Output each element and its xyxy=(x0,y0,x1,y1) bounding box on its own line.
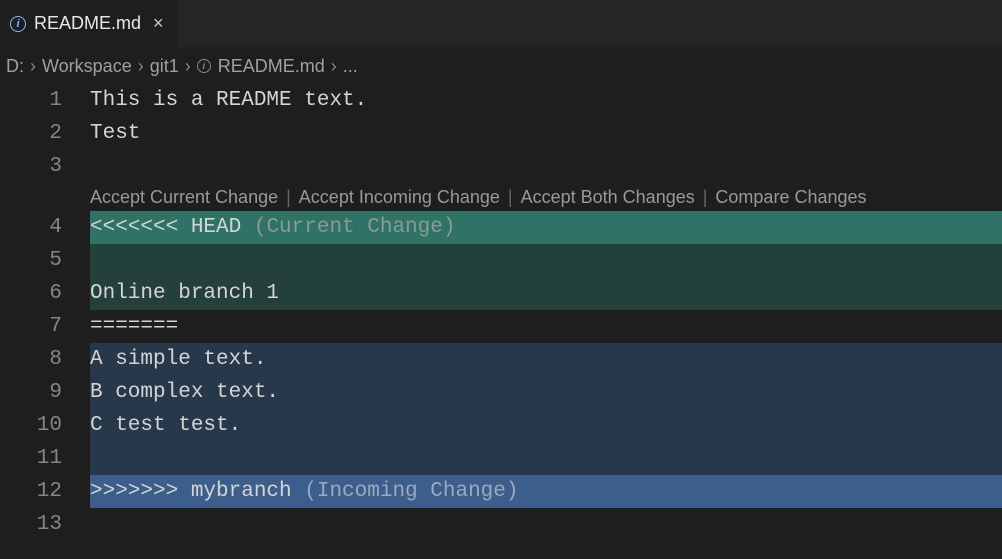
codelens-separator: | xyxy=(695,187,716,208)
line-number: 1 xyxy=(0,89,90,112)
merge-codelens: Accept Current Change | Accept Incoming … xyxy=(0,183,1002,211)
code-line[interactable]: 9 B complex text. xyxy=(0,376,1002,409)
tab-bar: i README.md × xyxy=(0,0,1002,48)
line-number: 7 xyxy=(0,315,90,338)
line-number: 6 xyxy=(0,282,90,305)
code-content: Online branch 1 xyxy=(90,282,279,305)
close-icon[interactable]: × xyxy=(149,11,168,36)
breadcrumb-item[interactable]: git1 xyxy=(150,56,179,77)
line-number: 3 xyxy=(0,155,90,178)
code-line[interactable]: 3 xyxy=(0,150,1002,183)
line-number: 12 xyxy=(0,480,90,503)
line-number: 13 xyxy=(0,513,90,536)
line-number: 2 xyxy=(0,122,90,145)
code-content: A simple text. xyxy=(90,348,266,371)
accept-incoming-change-link[interactable]: Accept Incoming Change xyxy=(299,187,500,208)
code-line[interactable]: 4 <<<<<<< HEAD (Current Change) xyxy=(0,211,1002,244)
editor-area[interactable]: 1 This is a README text. 2 Test 3 Accept… xyxy=(0,84,1002,541)
code-line[interactable]: 5 xyxy=(0,244,1002,277)
chevron-right-icon: › xyxy=(28,56,38,77)
info-icon: i xyxy=(10,16,26,32)
conflict-incoming-marker: >>>>>>> mybranch xyxy=(90,480,292,503)
conflict-head-marker: <<<<<<< HEAD xyxy=(90,216,241,239)
line-number: 10 xyxy=(0,414,90,437)
accept-current-change-link[interactable]: Accept Current Change xyxy=(90,187,278,208)
line-number: 9 xyxy=(0,381,90,404)
code-line[interactable]: 7 ======= xyxy=(0,310,1002,343)
line-number: 4 xyxy=(0,216,90,239)
codelens-separator: | xyxy=(500,187,521,208)
editor-tab[interactable]: i README.md × xyxy=(0,0,179,47)
code-content: B complex text. xyxy=(90,381,279,404)
info-icon: i xyxy=(197,59,211,73)
breadcrumb-item[interactable]: README.md xyxy=(218,56,325,77)
conflict-incoming-label: (Incoming Change) xyxy=(292,480,519,503)
code-line[interactable]: 12 >>>>>>> mybranch (Incoming Change) xyxy=(0,475,1002,508)
chevron-right-icon: › xyxy=(183,56,193,77)
code-content: This is a README text. xyxy=(90,89,367,112)
line-number: 11 xyxy=(0,447,90,470)
chevron-right-icon: › xyxy=(136,56,146,77)
code-content: C test test. xyxy=(90,414,241,437)
breadcrumb-item[interactable]: ... xyxy=(343,56,358,77)
code-line[interactable]: 2 Test xyxy=(0,117,1002,150)
code-line[interactable]: 13 xyxy=(0,508,1002,541)
conflict-head-label: (Current Change) xyxy=(241,216,455,239)
line-number: 8 xyxy=(0,348,90,371)
accept-both-changes-link[interactable]: Accept Both Changes xyxy=(521,187,695,208)
code-line[interactable]: 6 Online branch 1 xyxy=(0,277,1002,310)
code-line[interactable]: 8 A simple text. xyxy=(0,343,1002,376)
compare-changes-link[interactable]: Compare Changes xyxy=(715,187,866,208)
chevron-right-icon: › xyxy=(329,56,339,77)
code-line[interactable]: 10 C test test. xyxy=(0,409,1002,442)
code-line[interactable]: 11 xyxy=(0,442,1002,475)
codelens-separator: | xyxy=(278,187,299,208)
code-line[interactable]: 1 This is a README text. xyxy=(0,84,1002,117)
breadcrumb[interactable]: D: › Workspace › git1 › i README.md › ..… xyxy=(0,48,1002,84)
breadcrumb-item[interactable]: Workspace xyxy=(42,56,132,77)
conflict-separator: ======= xyxy=(90,315,178,338)
code-content: Test xyxy=(90,122,140,145)
tab-label: README.md xyxy=(34,13,141,34)
line-number: 5 xyxy=(0,249,90,272)
breadcrumb-item[interactable]: D: xyxy=(6,56,24,77)
